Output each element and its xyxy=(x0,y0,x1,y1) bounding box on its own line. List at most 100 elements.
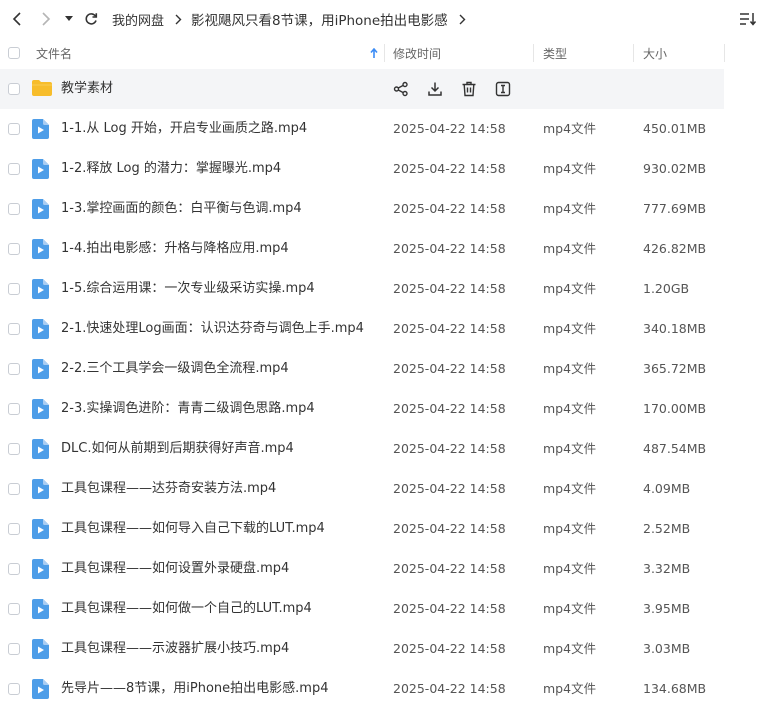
file-row[interactable]: DLC.如何从前期到后期获得好声音.mp4 2025-04-22 14:58 mp4… xyxy=(0,429,766,469)
video-file-icon xyxy=(32,439,49,459)
file-name[interactable]: 1-1.从 Log 开始，开启专业画质之路.mp4 xyxy=(61,109,307,149)
column-header-name[interactable]: 文件名 xyxy=(36,38,72,68)
row-checkbox[interactable] xyxy=(8,283,20,295)
file-rows: 1-1.从 Log 开始，开启专业画质之路.mp4 2025-04-22 14:5… xyxy=(0,109,766,709)
file-name[interactable]: DLC.如何从前期到后期获得好声音.mp4 xyxy=(61,429,294,469)
column-header-type[interactable]: 类型 xyxy=(543,38,567,68)
download-button[interactable] xyxy=(425,79,445,99)
refresh-icon xyxy=(85,13,98,25)
file-row[interactable]: 工具包课程——如何设置外录硬盘.mp4 2025-04-22 14:58 mp4文件… xyxy=(0,549,766,589)
file-modified-date: 2025-04-22 14:58 xyxy=(393,321,506,336)
file-name[interactable]: 工具包课程——达芬奇安装方法.mp4 xyxy=(61,469,276,509)
file-row[interactable]: 2-3.实操调色进阶：青青二级调色思路.mp4 2025-04-22 14:58 m… xyxy=(0,389,766,429)
sort-list-icon xyxy=(740,13,757,26)
row-checkbox[interactable] xyxy=(8,203,20,215)
video-file-icon xyxy=(32,359,49,379)
file-name[interactable]: 1-2.释放 Log 的潜力：掌握曝光.mp4 xyxy=(61,149,281,189)
refresh-button[interactable] xyxy=(78,6,104,32)
sort-ascending-icon[interactable] xyxy=(370,38,378,68)
file-type: mp4文件 xyxy=(543,241,597,256)
file-name[interactable]: 1-4.拍出电影感：升格与降格应用.mp4 xyxy=(61,229,289,269)
file-row[interactable]: 2-2.三个工具学会一级调色全流程.mp4 2025-04-22 14:58 mp4… xyxy=(0,349,766,389)
file-type: mp4文件 xyxy=(543,521,597,536)
file-row[interactable]: 工具包课程——示波器扩展小技巧.mp4 2025-04-22 14:58 mp4文件… xyxy=(0,629,766,669)
file-name[interactable]: 工具包课程——如何做一个自己的LUT.mp4 xyxy=(61,589,312,629)
row-checkbox[interactable] xyxy=(8,523,20,535)
file-row[interactable]: 1-3.掌控画面的颜色：白平衡与色调.mp4 2025-04-22 14:58 mp… xyxy=(0,189,766,229)
file-size: 170.00MB xyxy=(643,401,707,416)
row-checkbox[interactable] xyxy=(8,363,20,375)
file-name[interactable]: 工具包课程——如何设置外录硬盘.mp4 xyxy=(61,549,289,589)
column-divider[interactable] xyxy=(633,44,634,62)
file-name[interactable]: 2-3.实操调色进阶：青青二级调色思路.mp4 xyxy=(61,389,315,429)
history-dropdown-button[interactable] xyxy=(58,6,80,32)
video-file-icon xyxy=(32,159,49,179)
row-checkbox[interactable] xyxy=(8,483,20,495)
file-type: mp4文件 xyxy=(543,121,597,136)
row-checkbox[interactable] xyxy=(8,643,20,655)
file-type: mp4文件 xyxy=(543,441,597,456)
file-row[interactable]: 1-1.从 Log 开始，开启专业画质之路.mp4 2025-04-22 14:5… xyxy=(0,109,766,149)
file-name[interactable]: 2-2.三个工具学会一级调色全流程.mp4 xyxy=(61,349,289,389)
file-row[interactable]: 1-5.综合运用课：一次专业级采访实操.mp4 2025-04-22 14:58 m… xyxy=(0,269,766,309)
file-name[interactable]: 工具包课程——示波器扩展小技巧.mp4 xyxy=(61,629,289,669)
row-checkbox[interactable] xyxy=(8,123,20,135)
file-modified-date: 2025-04-22 14:58 xyxy=(393,401,506,416)
breadcrumb-trailing-chevron-icon[interactable] xyxy=(459,14,466,25)
folder-name[interactable]: 教学素材 xyxy=(61,69,113,109)
row-checkbox[interactable] xyxy=(8,243,20,255)
column-header-modified[interactable]: 修改时间 xyxy=(393,38,441,68)
share-button[interactable] xyxy=(391,79,411,99)
breadcrumb-root-link[interactable]: 我的网盘 xyxy=(112,10,164,29)
forward-button[interactable] xyxy=(33,6,59,32)
video-file-icon xyxy=(32,199,49,219)
file-row[interactable]: 先导片——8节课，用iPhone拍出电影感.mp4 2025-04-22 14:5… xyxy=(0,669,766,709)
video-file-icon xyxy=(32,279,49,299)
file-type: mp4文件 xyxy=(543,601,597,616)
column-divider[interactable] xyxy=(724,44,725,62)
column-header-size[interactable]: 大小 xyxy=(643,38,667,68)
file-row[interactable]: 工具包课程——如何导入自己下载的LUT.mp4 2025-04-22 14:58 m… xyxy=(0,509,766,549)
select-all-checkbox[interactable] xyxy=(8,47,20,59)
row-checkbox[interactable] xyxy=(8,563,20,575)
file-name[interactable]: 1-3.掌控画面的颜色：白平衡与色调.mp4 xyxy=(61,189,302,229)
file-name[interactable]: 工具包课程——如何导入自己下载的LUT.mp4 xyxy=(61,509,325,549)
file-type: mp4文件 xyxy=(543,161,597,176)
column-divider[interactable] xyxy=(533,44,534,62)
file-name[interactable]: 2-1.快速处理Log画面：认识达芬奇与调色上手.mp4 xyxy=(61,309,364,349)
row-checkbox[interactable] xyxy=(8,443,20,455)
video-file-icon xyxy=(32,239,49,259)
file-modified-date: 2025-04-22 14:58 xyxy=(393,281,506,296)
row-checkbox[interactable] xyxy=(8,83,20,95)
file-modified-date: 2025-04-22 14:58 xyxy=(393,201,506,216)
file-name[interactable]: 先导片——8节课，用iPhone拍出电影感.mp4 xyxy=(61,669,328,709)
file-row[interactable]: 1-4.拍出电影感：升格与降格应用.mp4 2025-04-22 14:58 mp4… xyxy=(0,229,766,269)
back-button[interactable] xyxy=(4,6,30,32)
rename-icon xyxy=(495,81,511,97)
row-checkbox[interactable] xyxy=(8,323,20,335)
row-checkbox[interactable] xyxy=(8,683,20,695)
delete-button[interactable] xyxy=(459,79,479,99)
row-checkbox[interactable] xyxy=(8,603,20,615)
file-row[interactable]: 工具包课程——达芬奇安装方法.mp4 2025-04-22 14:58 mp4文件 4… xyxy=(0,469,766,509)
file-name[interactable]: 1-5.综合运用课：一次专业级采访实操.mp4 xyxy=(61,269,315,309)
file-row[interactable]: 工具包课程——如何做一个自己的LUT.mp4 2025-04-22 14:58 mp… xyxy=(0,589,766,629)
file-size: 1.20GB xyxy=(643,281,690,296)
folder-row[interactable]: 教学素材 xyxy=(0,69,724,109)
column-divider[interactable] xyxy=(384,44,385,62)
caret-down-icon xyxy=(65,16,73,21)
file-modified-date: 2025-04-22 14:58 xyxy=(393,481,506,496)
row-actions xyxy=(391,79,527,99)
row-checkbox[interactable] xyxy=(8,163,20,175)
file-size: 930.02MB xyxy=(643,161,707,176)
file-modified-date: 2025-04-22 14:58 xyxy=(393,561,506,576)
file-modified-date: 2025-04-22 14:58 xyxy=(393,441,506,456)
row-checkbox[interactable] xyxy=(8,403,20,415)
video-file-icon xyxy=(32,119,49,139)
file-row[interactable]: 2-1.快速处理Log画面：认识达芬奇与调色上手.mp4 2025-04-22 1… xyxy=(0,309,766,349)
chevron-left-icon xyxy=(12,12,21,26)
file-row[interactable]: 1-2.释放 Log 的潜力：掌握曝光.mp4 2025-04-22 14:58 m… xyxy=(0,149,766,189)
breadcrumb: 我的网盘 影视飓风只看8节课，用iPhone拍出电影感 xyxy=(112,0,475,38)
sort-view-button[interactable] xyxy=(736,7,760,31)
rename-button[interactable] xyxy=(493,79,513,99)
